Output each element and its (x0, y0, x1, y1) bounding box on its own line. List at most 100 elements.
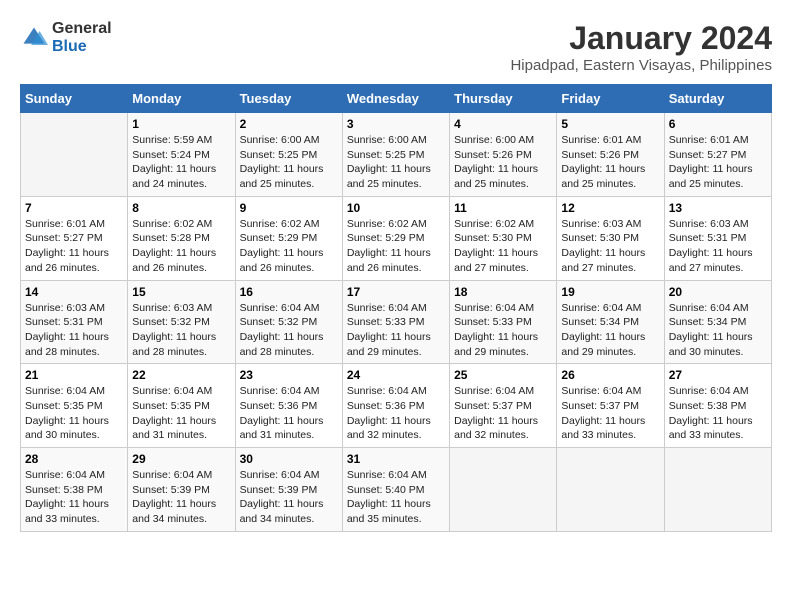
day-info: Sunrise: 6:04 AMSunset: 5:33 PMDaylight:… (347, 301, 445, 360)
day-number: 18 (454, 285, 552, 299)
day-number: 25 (454, 368, 552, 382)
day-number: 12 (561, 201, 659, 215)
week-row-3: 14Sunrise: 6:03 AMSunset: 5:31 PMDayligh… (21, 280, 772, 364)
day-number: 30 (240, 452, 338, 466)
day-info: Sunrise: 6:04 AMSunset: 5:37 PMDaylight:… (454, 384, 552, 443)
day-number: 8 (132, 201, 230, 215)
calendar-cell: 11 Sunrise: 6:02 AMSunset: 5:30 PMDayligh… (450, 196, 557, 280)
calendar-cell (450, 448, 557, 532)
calendar-cell: 23 Sunrise: 6:04 AMSunset: 5:36 PMDayligh… (235, 364, 342, 448)
day-number: 31 (347, 452, 445, 466)
calendar-cell: 31 Sunrise: 6:04 AMSunset: 5:40 PMDayligh… (342, 448, 449, 532)
calendar-cell (21, 113, 128, 197)
day-info: Sunrise: 6:03 AMSunset: 5:30 PMDaylight:… (561, 217, 659, 276)
logo-icon (20, 24, 48, 52)
weekday-header-monday: Monday (128, 85, 235, 113)
day-number: 21 (25, 368, 123, 382)
calendar-cell: 28 Sunrise: 6:04 AMSunset: 5:38 PMDayligh… (21, 448, 128, 532)
calendar-cell: 9 Sunrise: 6:02 AMSunset: 5:29 PMDaylight… (235, 196, 342, 280)
day-info: Sunrise: 6:02 AMSunset: 5:30 PMDaylight:… (454, 217, 552, 276)
calendar-cell: 26 Sunrise: 6:04 AMSunset: 5:37 PMDayligh… (557, 364, 664, 448)
weekday-header-friday: Friday (557, 85, 664, 113)
calendar-cell: 5Sunrise: 6:01 AMSunset: 5:26 PMDaylight… (557, 113, 664, 197)
day-number: 23 (240, 368, 338, 382)
day-info: Sunrise: 6:04 AMSunset: 5:37 PMDaylight:… (561, 384, 659, 443)
day-number: 26 (561, 368, 659, 382)
day-info: Sunrise: 6:02 AMSunset: 5:29 PMDaylight:… (240, 217, 338, 276)
day-number: 7 (25, 201, 123, 215)
calendar-cell: 4 Sunrise: 6:00 AMSunset: 5:26 PMDaylight… (450, 113, 557, 197)
day-info: Sunrise: 6:04 AMSunset: 5:34 PMDaylight:… (669, 301, 767, 360)
day-info: Sunrise: 6:04 AMSunset: 5:40 PMDaylight:… (347, 468, 445, 527)
day-number: 24 (347, 368, 445, 382)
day-info: Sunrise: 5:59 AMSunset: 5:24 PMDaylight:… (132, 133, 230, 192)
calendar-cell: 29 Sunrise: 6:04 AMSunset: 5:39 PMDayligh… (128, 448, 235, 532)
calendar-cell: 8 Sunrise: 6:02 AMSunset: 5:28 PMDaylight… (128, 196, 235, 280)
day-number: 14 (25, 285, 123, 299)
day-info: Sunrise: 6:04 AMSunset: 5:39 PMDaylight:… (132, 468, 230, 527)
logo: General Blue (20, 20, 112, 55)
day-number: 4 (454, 117, 552, 131)
day-info: Sunrise: 6:04 AMSunset: 5:39 PMDaylight:… (240, 468, 338, 527)
weekday-header-tuesday: Tuesday (235, 85, 342, 113)
calendar-cell: 13 Sunrise: 6:03 AMSunset: 5:31 PMDayligh… (664, 196, 771, 280)
day-number: 10 (347, 201, 445, 215)
calendar-cell: 2 Sunrise: 6:00 AMSunset: 5:25 PMDaylight… (235, 113, 342, 197)
day-number: 2 (240, 117, 338, 131)
day-number: 11 (454, 201, 552, 215)
calendar-cell: 27 Sunrise: 6:04 AMSunset: 5:38 PMDayligh… (664, 364, 771, 448)
day-info: Sunrise: 6:03 AMSunset: 5:31 PMDaylight:… (669, 217, 767, 276)
day-info: Sunrise: 6:04 AMSunset: 5:36 PMDaylight:… (240, 384, 338, 443)
day-number: 28 (25, 452, 123, 466)
weekday-header-thursday: Thursday (450, 85, 557, 113)
calendar-cell: 22Sunrise: 6:04 AMSunset: 5:35 PMDayligh… (128, 364, 235, 448)
weekday-header-row: SundayMondayTuesdayWednesdayThursdayFrid… (21, 85, 772, 113)
calendar-cell: 18Sunrise: 6:04 AMSunset: 5:33 PMDayligh… (450, 280, 557, 364)
day-info: Sunrise: 6:02 AMSunset: 5:28 PMDaylight:… (132, 217, 230, 276)
day-info: Sunrise: 6:04 AMSunset: 5:38 PMDaylight:… (669, 384, 767, 443)
day-number: 20 (669, 285, 767, 299)
day-number: 27 (669, 368, 767, 382)
weekday-header-wednesday: Wednesday (342, 85, 449, 113)
day-number: 15 (132, 285, 230, 299)
weekday-header-saturday: Saturday (664, 85, 771, 113)
day-info: Sunrise: 6:00 AMSunset: 5:25 PMDaylight:… (347, 133, 445, 192)
logo-text: General Blue (52, 20, 112, 55)
logo-blue: Blue (52, 38, 87, 55)
calendar-cell (664, 448, 771, 532)
calendar-cell: 7 Sunrise: 6:01 AMSunset: 5:27 PMDaylight… (21, 196, 128, 280)
calendar-cell: 20 Sunrise: 6:04 AMSunset: 5:34 PMDayligh… (664, 280, 771, 364)
day-number: 3 (347, 117, 445, 131)
week-row-4: 21 Sunrise: 6:04 AMSunset: 5:35 PMDayligh… (21, 364, 772, 448)
day-info: Sunrise: 6:02 AMSunset: 5:29 PMDaylight:… (347, 217, 445, 276)
day-number: 16 (240, 285, 338, 299)
calendar-cell: 21Sunrise: 6:04 AMSunset: 5:35 PMDayligh… (21, 364, 128, 448)
day-info: Sunrise: 6:00 AMSunset: 5:26 PMDaylight:… (454, 133, 552, 192)
day-number: 13 (669, 201, 767, 215)
day-info: Sunrise: 6:01 AMSunset: 5:27 PMDaylight:… (669, 133, 767, 192)
day-info: Sunrise: 6:03 AMSunset: 5:32 PMDaylight:… (132, 301, 230, 360)
day-info: Sunrise: 6:00 AMSunset: 5:25 PMDaylight:… (240, 133, 338, 192)
day-info: Sunrise: 6:04 AMSunset: 5:38 PMDaylight:… (25, 468, 123, 527)
day-info: Sunrise: 6:01 AMSunset: 5:26 PMDaylight:… (561, 133, 659, 192)
day-info: Sunrise: 6:04 AMSunset: 5:35 PMDaylight:… (132, 384, 230, 443)
calendar-cell: 12 Sunrise: 6:03 AMSunset: 5:30 PMDayligh… (557, 196, 664, 280)
day-info: Sunrise: 6:04 AMSunset: 5:32 PMDaylight:… (240, 301, 338, 360)
weekday-header-sunday: Sunday (21, 85, 128, 113)
calendar-cell: 16 Sunrise: 6:04 AMSunset: 5:32 PMDayligh… (235, 280, 342, 364)
logo-general: General (52, 20, 112, 37)
calendar-cell: 14Sunrise: 6:03 AMSunset: 5:31 PMDayligh… (21, 280, 128, 364)
day-number: 17 (347, 285, 445, 299)
calendar-cell: 30 Sunrise: 6:04 AMSunset: 5:39 PMDayligh… (235, 448, 342, 532)
calendar-body: 1Sunrise: 5:59 AMSunset: 5:24 PMDaylight… (21, 113, 772, 532)
week-row-2: 7 Sunrise: 6:01 AMSunset: 5:27 PMDaylight… (21, 196, 772, 280)
calendar-cell: 3 Sunrise: 6:00 AMSunset: 5:25 PMDaylight… (342, 113, 449, 197)
day-number: 9 (240, 201, 338, 215)
day-info: Sunrise: 6:01 AMSunset: 5:27 PMDaylight:… (25, 217, 123, 276)
calendar-cell: 6Sunrise: 6:01 AMSunset: 5:27 PMDaylight… (664, 113, 771, 197)
week-row-1: 1Sunrise: 5:59 AMSunset: 5:24 PMDaylight… (21, 113, 772, 197)
day-info: Sunrise: 6:04 AMSunset: 5:36 PMDaylight:… (347, 384, 445, 443)
day-number: 29 (132, 452, 230, 466)
page-header: General Blue January 2024 Hipadpad, East… (20, 20, 772, 74)
calendar-cell: 10 Sunrise: 6:02 AMSunset: 5:29 PMDayligh… (342, 196, 449, 280)
